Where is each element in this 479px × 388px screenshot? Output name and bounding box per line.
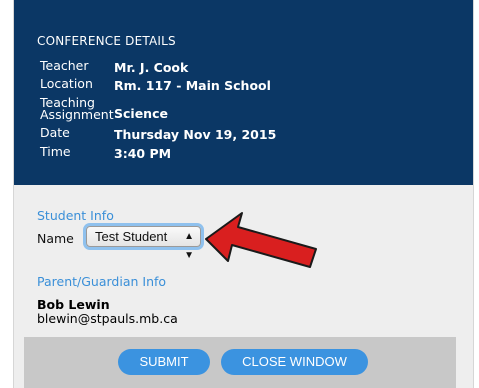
date-value: Thursday Nov 19, 2015 bbox=[114, 127, 277, 142]
parent-name: Bob Lewin bbox=[37, 297, 110, 312]
teacher-value: Mr. J. Cook bbox=[114, 60, 189, 75]
student-select-value: Test Student bbox=[95, 229, 168, 244]
conference-details-panel: CONFERENCE DETAILS Teacher Mr. J. Cook L… bbox=[14, 0, 473, 185]
conference-details-heading: CONFERENCE DETAILS bbox=[37, 34, 176, 48]
select-caret-icon: ▲ ▼ bbox=[184, 231, 194, 261]
date-label: Date bbox=[40, 125, 70, 140]
parent-email: blewin@stpauls.mb.ca bbox=[37, 311, 178, 326]
teaching-assignment-label: Teaching Assignment bbox=[40, 95, 114, 122]
parent-info-title: Parent/Guardian Info bbox=[37, 274, 167, 289]
time-label: Time bbox=[40, 144, 71, 159]
submit-button[interactable]: SUBMIT bbox=[118, 349, 210, 375]
red-arrow-icon bbox=[205, 212, 317, 268]
button-bar: SUBMIT CLOSE WINDOW bbox=[24, 337, 456, 388]
location-value: Rm. 117 - Main School bbox=[114, 78, 271, 93]
location-label: Location bbox=[40, 76, 93, 91]
student-name-label: Name bbox=[37, 231, 74, 246]
student-select[interactable]: Test Student ▲ ▼ bbox=[86, 226, 201, 261]
time-value: 3:40 PM bbox=[114, 146, 172, 161]
student-info-title: Student Info bbox=[37, 208, 114, 223]
teaching-assignment-value: Science bbox=[114, 106, 168, 121]
close-window-button[interactable]: CLOSE WINDOW bbox=[221, 349, 368, 375]
conference-window: CONFERENCE DETAILS Teacher Mr. J. Cook L… bbox=[13, 0, 474, 388]
teacher-label: Teacher bbox=[40, 58, 89, 73]
